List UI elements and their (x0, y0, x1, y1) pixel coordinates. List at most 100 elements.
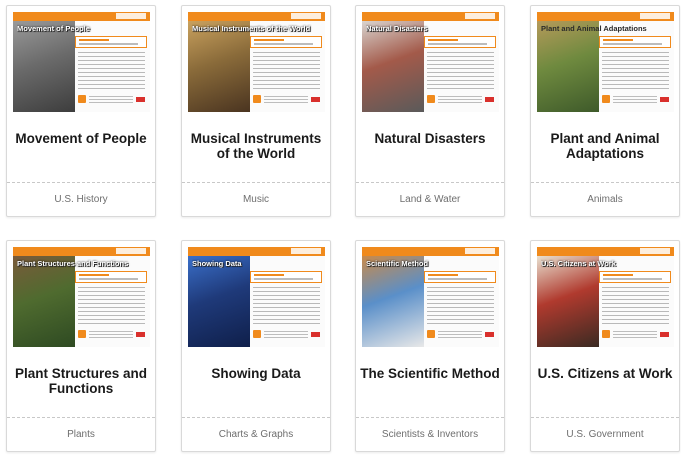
lesson-category: Land & Water (399, 194, 461, 205)
lesson-card[interactable]: Plant and Animal Adaptations Plant and A… (530, 5, 680, 217)
thumbnail-photo (13, 21, 75, 112)
pencil-icon (253, 330, 261, 338)
thumbnail-heading: Musical Instruments of the World (192, 24, 311, 33)
thumbnail-body-text (78, 287, 145, 325)
lesson-title[interactable]: Natural Disasters (360, 131, 500, 146)
pencil-icon (78, 330, 86, 338)
card-divider (182, 417, 330, 418)
thumbnail-page: Plant Structures and Functions (13, 247, 150, 347)
brand-logo (485, 97, 494, 102)
lesson-category: Charts & Graphs (218, 429, 294, 440)
pencil-icon (253, 95, 261, 103)
thumbnail-photo (188, 256, 250, 347)
thumbnail-focus-box (599, 36, 671, 48)
lesson-title[interactable]: Showing Data (186, 366, 326, 381)
card-divider (7, 417, 155, 418)
thumbnail-page: Natural Disasters (362, 12, 499, 112)
lesson-thumbnail[interactable]: Scientific Method (362, 247, 499, 347)
lesson-card[interactable]: Movement of People Movement of People U.… (6, 5, 156, 217)
thumbnail-footer (78, 329, 145, 341)
lesson-card[interactable]: Plant Structures and Functions Plant Str… (6, 240, 156, 452)
thumbnail-photo (13, 256, 75, 347)
lesson-category: Plants (67, 429, 95, 440)
thumbnail-header-bar (188, 12, 325, 21)
thumbnail-header-bar (537, 12, 674, 21)
lesson-card[interactable]: Musical Instruments of the World Musical… (181, 5, 331, 217)
thumbnail-footer (253, 329, 320, 341)
lesson-thumbnail[interactable]: Plant Structures and Functions (13, 247, 150, 347)
lesson-title[interactable]: Movement of People (11, 131, 151, 146)
thumbnail-heading: Showing Data (192, 259, 242, 268)
thumbnail-body-text (78, 52, 145, 90)
brand-logo (485, 332, 494, 337)
pencil-icon (602, 95, 610, 103)
lesson-thumbnail[interactable]: Musical Instruments of the World (188, 12, 325, 112)
lesson-category: Animals (587, 194, 623, 205)
lesson-card[interactable]: Natural Disasters Natural Disasters Land… (355, 5, 505, 217)
lesson-category: Music (242, 194, 270, 205)
thumbnail-footer (253, 94, 320, 106)
lesson-thumbnail[interactable]: Movement of People (13, 12, 150, 112)
thumbnail-body-text (427, 287, 494, 325)
thumbnail-footer (602, 94, 669, 106)
lesson-card[interactable]: Showing Data Showing Data Charts & Graph… (181, 240, 331, 452)
pencil-icon (602, 330, 610, 338)
thumbnail-page: Showing Data (188, 247, 325, 347)
lesson-title[interactable]: The Scientific Method (360, 366, 500, 381)
lesson-title[interactable]: Plant and Animal Adaptations (535, 131, 675, 161)
thumbnail-body-text (427, 52, 494, 90)
lesson-title[interactable]: Musical Instruments of the World (186, 131, 326, 161)
thumbnail-body-text (602, 287, 669, 325)
thumbnail-page: Plant and Animal Adaptations (537, 12, 674, 112)
lesson-thumbnail[interactable]: Natural Disasters (362, 12, 499, 112)
thumbnail-heading: Plant and Animal Adaptations (541, 24, 647, 33)
thumbnail-footer (427, 94, 494, 106)
thumbnail-page: U.S. Citizens at Work (537, 247, 674, 347)
thumbnail-heading: U.S. Citizens at Work (541, 259, 616, 268)
pencil-icon (78, 95, 86, 103)
thumbnail-footer (78, 94, 145, 106)
thumbnail-focus-box (250, 36, 322, 48)
lesson-card-grid: Movement of People Movement of People U.… (0, 0, 681, 458)
lesson-category: U.S. History (54, 194, 108, 205)
thumbnail-focus-box (424, 271, 496, 283)
lesson-category: U.S. Government (566, 429, 644, 440)
thumbnail-page: Scientific Method (362, 247, 499, 347)
lesson-thumbnail[interactable]: Plant and Animal Adaptations (537, 12, 674, 112)
card-divider (531, 182, 679, 183)
thumbnail-photo (188, 21, 250, 112)
thumbnail-header-bar (13, 12, 150, 21)
card-divider (7, 182, 155, 183)
thumbnail-body-text (253, 52, 320, 90)
thumbnail-header-bar (362, 247, 499, 256)
thumbnail-focus-box (250, 271, 322, 283)
thumbnail-header-bar (13, 247, 150, 256)
thumbnail-header-bar (188, 247, 325, 256)
thumbnail-footer (427, 329, 494, 341)
brand-logo (311, 332, 320, 337)
thumbnail-photo (362, 21, 424, 112)
card-divider (356, 417, 504, 418)
lesson-thumbnail[interactable]: Showing Data (188, 247, 325, 347)
thumbnail-heading: Scientific Method (366, 259, 429, 268)
lesson-category: Scientists & Inventors (381, 429, 479, 440)
thumbnail-footer (602, 329, 669, 341)
thumbnail-focus-box (75, 36, 147, 48)
lesson-title[interactable]: Plant Structures and Functions (11, 366, 151, 396)
thumbnail-body-text (253, 287, 320, 325)
thumbnail-focus-box (75, 271, 147, 283)
brand-logo (136, 97, 145, 102)
brand-logo (311, 97, 320, 102)
thumbnail-header-bar (537, 247, 674, 256)
thumbnail-page: Movement of People (13, 12, 150, 112)
thumbnail-focus-box (599, 271, 671, 283)
lesson-card[interactable]: Scientific Method The Scientific Method … (355, 240, 505, 452)
card-divider (531, 417, 679, 418)
thumbnail-heading: Movement of People (17, 24, 90, 33)
lesson-title[interactable]: U.S. Citizens at Work (535, 366, 675, 381)
lesson-card[interactable]: U.S. Citizens at Work U.S. Citizens at W… (530, 240, 680, 452)
thumbnail-focus-box (424, 36, 496, 48)
brand-logo (136, 332, 145, 337)
lesson-thumbnail[interactable]: U.S. Citizens at Work (537, 247, 674, 347)
thumbnail-page: Musical Instruments of the World (188, 12, 325, 112)
